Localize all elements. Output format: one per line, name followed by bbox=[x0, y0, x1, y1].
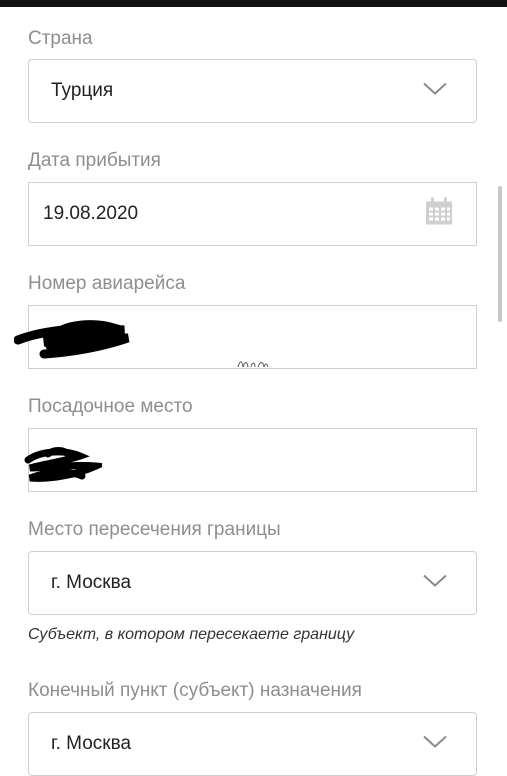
country-select[interactable]: Турция bbox=[28, 59, 477, 123]
destination-value: г. Москва bbox=[51, 733, 132, 754]
seat-label: Посадочное место bbox=[28, 396, 193, 417]
chevron-down-icon bbox=[422, 81, 448, 102]
country-value: Турция bbox=[51, 80, 114, 101]
country-label: Страна bbox=[28, 28, 93, 49]
arrival-date-value: 19.08.2020 bbox=[43, 203, 139, 224]
border-crossing-value: г. Москва bbox=[51, 572, 132, 593]
redaction-scribble bbox=[24, 447, 102, 482]
arrival-date-label: Дата прибытия bbox=[28, 150, 161, 171]
status-bar bbox=[0, 0, 507, 7]
destination-select[interactable]: г. Москва bbox=[28, 712, 477, 776]
redaction-scribble bbox=[14, 320, 130, 359]
chevron-down-icon bbox=[422, 573, 448, 594]
calendar-icon[interactable] bbox=[424, 197, 454, 232]
chevron-down-icon bbox=[422, 734, 448, 755]
border-crossing-hint: Субъект, в котором пересекаете границу bbox=[28, 626, 355, 643]
arrival-date-field[interactable]: 19.08.2020 bbox=[28, 182, 477, 246]
destination-label: Конечный пункт (субъект) назначения bbox=[28, 680, 362, 701]
border-crossing-select[interactable]: г. Москва bbox=[28, 551, 477, 615]
flight-number-label: Номер авиарейса bbox=[28, 273, 186, 294]
border-crossing-label: Место пересечения границы bbox=[28, 519, 281, 540]
scrollbar[interactable] bbox=[498, 186, 502, 322]
pen-mark bbox=[237, 361, 269, 368]
